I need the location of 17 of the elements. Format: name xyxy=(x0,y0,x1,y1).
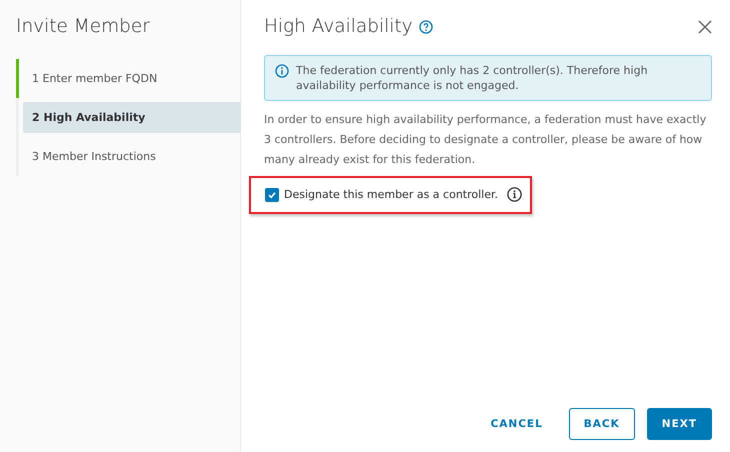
info-icon[interactable] xyxy=(507,187,522,202)
step-item[interactable]: 3 Member Instructions xyxy=(23,141,241,172)
help-icon[interactable] xyxy=(418,20,433,34)
step-item[interactable]: 1 Enter member FQDN xyxy=(23,63,241,94)
checkbox[interactable] xyxy=(265,188,279,202)
cancel-button[interactable]: CANCEL xyxy=(476,408,557,440)
next-button[interactable]: NEXT xyxy=(646,408,712,440)
description-text: In order to ensure high availability performance, a federation must have exactly 3 controllers. Before deciding to designate a controller, please be aware of how many already exist for this federation. xyxy=(264,112,708,168)
check-icon xyxy=(267,190,277,200)
step-item[interactable]: 2 High Availability xyxy=(23,102,241,133)
info-icon xyxy=(275,64,289,78)
back-button[interactable]: BACK xyxy=(568,408,635,440)
page-title: High Availability xyxy=(264,16,413,37)
checkbox-label: Designate this member as a controller. xyxy=(284,188,498,201)
close-icon[interactable] xyxy=(698,20,712,34)
wizard-title: Invite Member xyxy=(16,16,151,37)
alert-text: The federation currently only has 2 controller(s). Therefore high availability performance is not engaged. xyxy=(296,63,649,93)
